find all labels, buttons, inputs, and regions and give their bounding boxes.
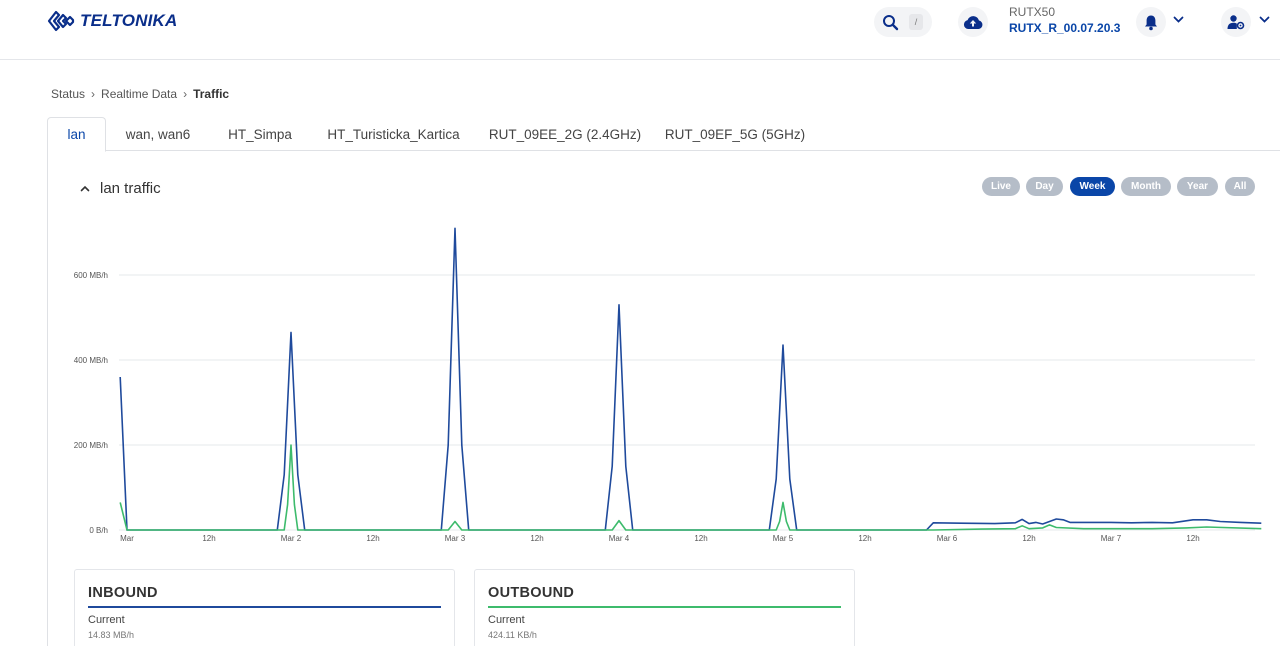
x-tick-label: 12h	[694, 534, 707, 543]
tab-lan[interactable]: lan	[47, 117, 106, 152]
breadcrumb-separator-icon: ›	[183, 87, 188, 101]
y-tick-label: 0 B/h	[89, 526, 108, 535]
panel-header-toggle[interactable]: lan traffic	[80, 180, 161, 197]
breadcrumb-item-traffic: Traffic	[193, 87, 230, 101]
upload-firmware-button[interactable]	[958, 7, 988, 37]
chevron-up-icon	[80, 185, 90, 192]
outbound-underline	[488, 606, 841, 608]
breadcrumb-item-realtime-data[interactable]: Realtime Data	[101, 87, 177, 101]
tab-ht-simpa[interactable]: HT_Simpa	[220, 117, 300, 151]
search-button[interactable]: /	[874, 7, 932, 37]
x-tick-label: Mar 3	[445, 534, 466, 543]
search-shortcut-key: /	[909, 14, 923, 30]
brand-name: TELTONIKA	[80, 11, 178, 30]
inbound-card: INBOUND Current 14.83 MB/h	[74, 569, 455, 646]
teltonika-logo[interactable]: TELTONIKA	[46, 8, 178, 34]
search-icon	[883, 14, 899, 30]
breadcrumb-separator-icon: ›	[91, 87, 96, 101]
tab-rut-09ee-2g[interactable]: RUT_09EE_2G (2.4GHz)	[487, 117, 643, 151]
inbound-underline	[88, 606, 441, 608]
x-tick-label: 12h	[1186, 534, 1199, 543]
range-year-button[interactable]: Year	[1177, 177, 1218, 196]
interface-tabs: lan wan, wan6 HT_Simpa HT_Turisticka_Kar…	[47, 117, 1280, 152]
inbound-title: INBOUND	[88, 585, 158, 601]
range-live-button[interactable]: Live	[982, 177, 1020, 196]
teltonika-logo-mark-icon	[47, 10, 75, 32]
outbound-title: OUTBOUND	[488, 585, 575, 601]
notifications-button[interactable]	[1136, 7, 1166, 37]
cloud-upload-icon	[963, 16, 983, 29]
user-menu-chevron-down-icon[interactable]	[1259, 16, 1270, 24]
inbound-current-label: Current	[88, 614, 125, 626]
x-tick-label: Mar	[120, 534, 134, 543]
x-tick-label: Mar 6	[937, 534, 958, 543]
outbound-current-label: Current	[488, 614, 525, 626]
outbound-current-value: 424.11 KB/h	[488, 630, 537, 640]
range-all-button[interactable]: All	[1225, 177, 1255, 196]
panel-title: lan traffic	[100, 180, 161, 197]
x-tick-label: Mar 5	[773, 534, 794, 543]
tab-wan[interactable]: wan, wan6	[116, 117, 200, 151]
y-tick-label: 200 MB/h	[74, 441, 108, 450]
user-settings-button[interactable]	[1221, 7, 1251, 37]
x-tick-label: Mar 2	[281, 534, 302, 543]
inbound-series-line	[119, 227, 1262, 531]
user-gear-icon	[1227, 15, 1245, 30]
device-model: RUTX50	[1009, 5, 1056, 19]
x-tick-label: 12h	[530, 534, 543, 543]
outbound-series-line	[119, 444, 1262, 531]
y-tick-label: 400 MB/h	[74, 356, 108, 365]
x-tick-label: 12h	[366, 534, 379, 543]
firmware-version: RUTX_R_00.07.20.3	[1009, 21, 1121, 35]
breadcrumb-item-status[interactable]: Status	[51, 87, 85, 101]
breadcrumb: Status › Realtime Data › Traffic	[51, 87, 229, 101]
x-tick-label: 12h	[202, 534, 215, 543]
notifications-chevron-down-icon[interactable]	[1173, 16, 1184, 24]
range-month-button[interactable]: Month	[1121, 177, 1171, 196]
range-week-button[interactable]: Week	[1070, 177, 1115, 196]
inbound-current-value: 14.83 MB/h	[88, 630, 135, 640]
y-tick-label: 600 MB/h	[74, 271, 108, 280]
range-day-button[interactable]: Day	[1026, 177, 1063, 196]
lan-traffic-chart: 0 B/h 200 MB/h 400 MB/h 600 MB/h Mar 12h Mar 2…	[74, 227, 1262, 543]
tab-ht-turisticka-kartica[interactable]: HT_Turisticka_Kartica	[320, 117, 467, 151]
tab-rut-09ef-5g[interactable]: RUT_09EF_5G (5GHz)	[663, 117, 807, 151]
x-tick-label: Mar 4	[609, 534, 630, 543]
outbound-card: OUTBOUND Current 424.11 KB/h	[474, 569, 855, 646]
bell-icon	[1145, 15, 1157, 30]
x-tick-label: 12h	[858, 534, 871, 543]
x-tick-label: 12h	[1022, 534, 1035, 543]
top-header: TELTONIKA / RUTX50 RUTX_R_00.07.20.3	[0, 0, 1280, 60]
x-tick-label: Mar 7	[1101, 534, 1122, 543]
